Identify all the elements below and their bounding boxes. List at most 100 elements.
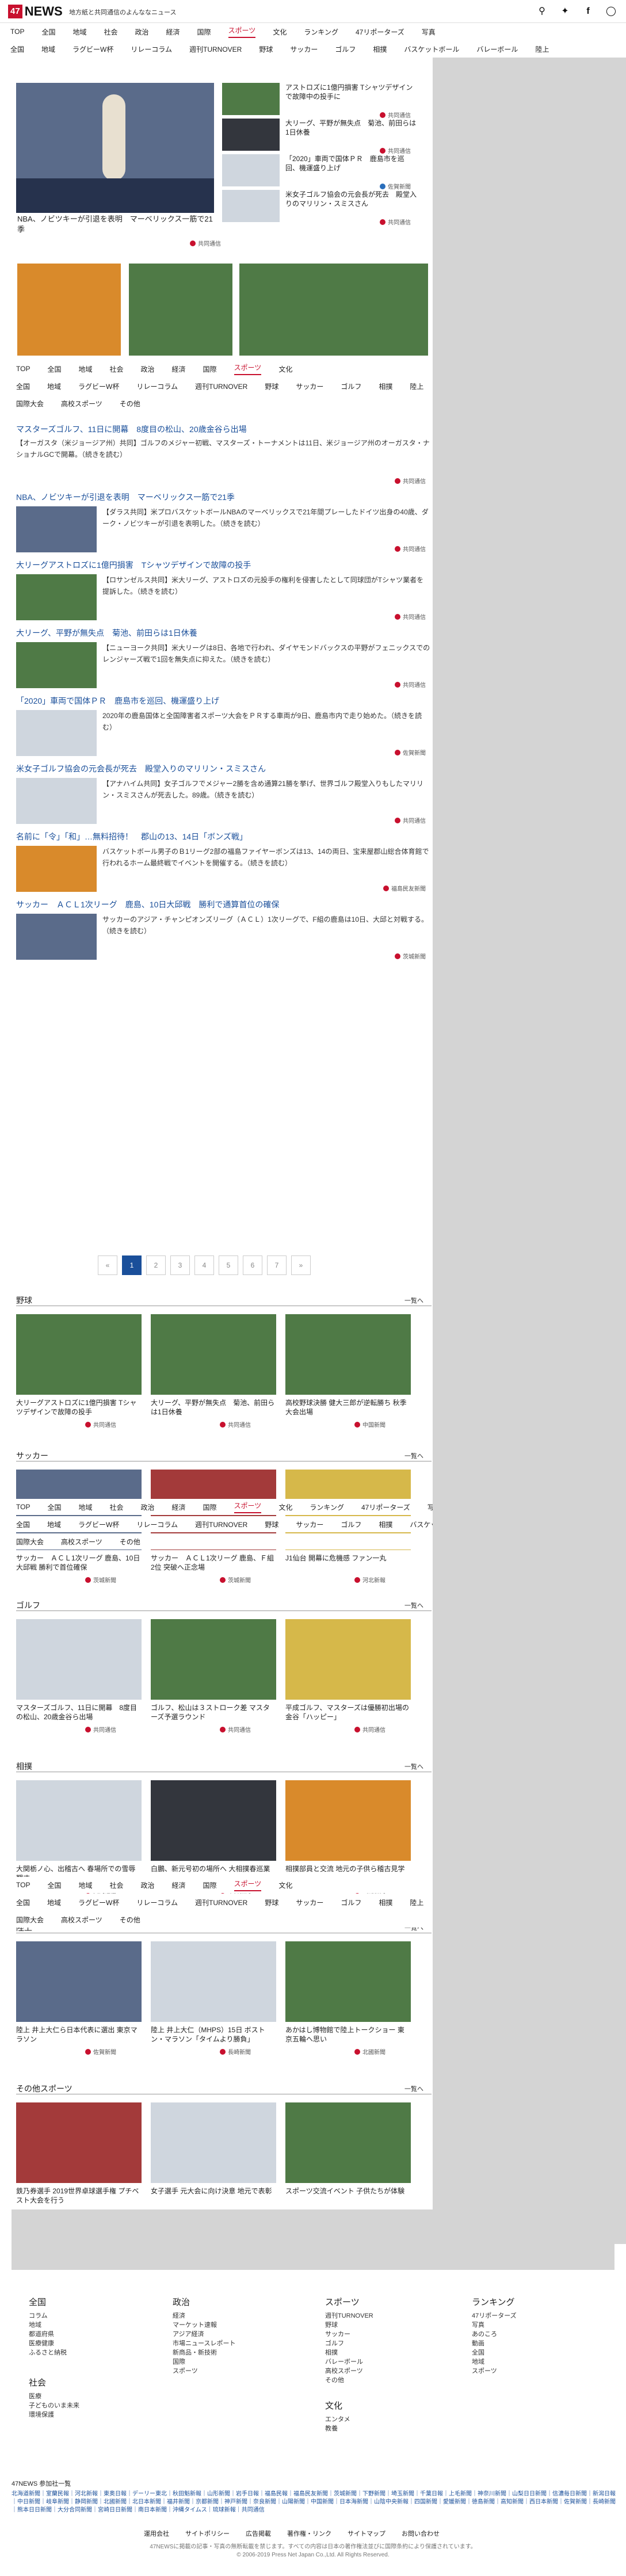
footer-link[interactable]: エンタメ xyxy=(325,2415,452,2424)
nav-item[interactable]: ランキング xyxy=(310,1502,344,1512)
section-caption[interactable]: 平成ゴルフ、マスターズは優勝初出場の金谷「ハッピー」 xyxy=(285,1703,411,1722)
nav-item[interactable]: ラグビーW杯 xyxy=(78,381,119,391)
nav-item[interactable]: 文化 xyxy=(278,1880,292,1890)
nav-item[interactable]: 政治 xyxy=(135,27,149,37)
footer-link[interactable]: 環境保護 xyxy=(29,2410,155,2419)
nav-item[interactable]: 経済 xyxy=(166,27,180,37)
nav-item[interactable]: 社会 xyxy=(104,27,117,37)
footer-link[interactable]: 47リポーターズ xyxy=(472,2311,598,2321)
nav-item[interactable]: その他 xyxy=(120,1537,140,1547)
nav-item[interactable]: 全国 xyxy=(16,1898,30,1907)
nav-item[interactable]: スポーツ xyxy=(234,1501,262,1513)
nav-item[interactable]: リレーコラム xyxy=(136,1520,178,1529)
nav-item[interactable]: TOP xyxy=(16,1503,30,1511)
section-thumb[interactable] xyxy=(151,1619,276,1700)
list-article-thumb[interactable] xyxy=(16,574,97,620)
language-icon[interactable]: ◯ xyxy=(605,6,617,17)
list-article-title[interactable]: 名前に「令」「和」…無料招待！ 郡山の13、14日「ボンズ戦」 xyxy=(16,831,247,842)
list-article-thumb[interactable] xyxy=(16,778,97,824)
section-caption[interactable]: マスターズゴルフ、11日に開幕 8度目の松山、20歳金谷ら出場 xyxy=(16,1703,142,1722)
footer-column-head[interactable]: ランキング xyxy=(472,2296,598,2308)
section-more-link[interactable]: 一覧へ xyxy=(404,1601,423,1610)
section-caption[interactable]: 女子選手 元大会に向け決意 地元で表彰 xyxy=(151,2186,276,2196)
hero-photo[interactable] xyxy=(16,83,214,213)
nav-item[interactable]: 陸上 xyxy=(410,381,423,391)
nav-item[interactable]: ゴルフ xyxy=(341,381,361,391)
nav-item[interactable]: 野球 xyxy=(265,1898,278,1907)
nav-item[interactable]: 政治 xyxy=(141,364,155,374)
nav-item[interactable]: 地域 xyxy=(72,27,86,37)
article-caption[interactable]: 「2020」車両で国体ＰＲ 鹿島市を巡回、機運盛り上げ xyxy=(285,154,418,173)
section-caption[interactable]: サッカー ＡＣＬ1次リーグ 鹿島、Ｆ組2位 突破へ正念場 xyxy=(151,1554,276,1572)
nav-item[interactable]: 経済 xyxy=(172,1880,186,1890)
nav-item[interactable]: 国際 xyxy=(197,27,211,37)
page-button[interactable]: « xyxy=(98,1255,117,1275)
page-button[interactable]: 3 xyxy=(170,1255,190,1275)
nav-item[interactable]: その他 xyxy=(120,1915,140,1925)
nav-item[interactable]: 野球 xyxy=(265,381,278,391)
nav-item[interactable]: ラグビーW杯 xyxy=(72,44,113,54)
nav-item[interactable]: 国際 xyxy=(203,364,217,374)
nav-item[interactable]: 全国 xyxy=(16,1520,30,1529)
section-caption[interactable]: 大リーグアストロズに1億円損害 Tシャツデザインで故障の投手 xyxy=(16,1398,142,1417)
nav-item[interactable]: 全国 xyxy=(41,27,55,37)
footer-link[interactable]: 写真 xyxy=(472,2321,598,2330)
nav-item[interactable]: 相撲 xyxy=(373,44,387,54)
section-thumb[interactable] xyxy=(151,1780,276,1861)
nav-item[interactable]: サッカー xyxy=(296,1898,323,1907)
nav-item[interactable]: サッカー xyxy=(296,1520,323,1529)
footer-bottom-link[interactable]: 広告掲載 xyxy=(246,2529,271,2538)
nav-item[interactable]: 地域 xyxy=(78,1880,92,1890)
nav-item[interactable]: 写真 xyxy=(422,27,436,37)
nav-item[interactable]: バレーボール xyxy=(476,44,518,54)
nav-item[interactable]: リレーコラム xyxy=(136,381,178,391)
section-thumb[interactable] xyxy=(16,1619,142,1700)
nav-item[interactable]: 陸上 xyxy=(535,44,549,54)
nav-item[interactable]: 社会 xyxy=(109,1502,123,1512)
footer-bottom-link[interactable]: お問い合わせ xyxy=(402,2529,440,2538)
section-more-link[interactable]: 一覧へ xyxy=(404,1762,423,1771)
article-thumb[interactable] xyxy=(222,154,280,186)
nav-item[interactable]: サッカー xyxy=(290,44,318,54)
nav-item[interactable]: 相撲 xyxy=(379,1898,392,1907)
section-caption[interactable]: 高校野球決勝 健大三郎が逆転勝ち 秋季大会出場 xyxy=(285,1398,411,1417)
nav-item[interactable]: リレーコラム xyxy=(131,44,172,54)
nav-item[interactable]: ゴルフ xyxy=(341,1898,361,1907)
footer-link[interactable]: 教養 xyxy=(325,2424,452,2433)
footer-link[interactable]: スポーツ xyxy=(173,2367,299,2376)
nav-item[interactable]: 47リポーターズ xyxy=(361,1502,410,1512)
footer-link[interactable]: 医療 xyxy=(29,2392,155,2401)
page-button[interactable]: 5 xyxy=(219,1255,238,1275)
list-article-title[interactable]: 大リーグ、平野が無失点 菊池、前田らは1日休養 xyxy=(16,627,197,639)
nav-item[interactable]: リレーコラム xyxy=(136,1898,178,1907)
nav-item[interactable]: スポーツ xyxy=(234,1879,262,1891)
twitter-icon[interactable]: ✦ xyxy=(559,6,571,17)
list-article-thumb[interactable] xyxy=(16,846,97,892)
nav-item[interactable]: 全国 xyxy=(10,44,24,54)
section-thumb[interactable] xyxy=(285,1941,411,2022)
nav-item[interactable]: 高校スポーツ xyxy=(61,399,102,409)
section-thumb[interactable] xyxy=(285,1619,411,1700)
section-more-link[interactable]: 一覧へ xyxy=(404,1296,423,1305)
nav-item[interactable]: 文化 xyxy=(278,1502,292,1512)
section-thumb[interactable] xyxy=(285,1314,411,1395)
nav-item[interactable]: TOP xyxy=(16,365,30,373)
footer-bottom-link[interactable]: 運用会社 xyxy=(144,2529,169,2538)
section-thumb[interactable] xyxy=(151,1314,276,1395)
section-thumb[interactable] xyxy=(285,1780,411,1861)
page-button[interactable]: 6 xyxy=(243,1255,262,1275)
article-caption[interactable]: 米女子ゴルフ協会の元会長が死去 殿堂入りのマリリン・スミスさん xyxy=(285,190,418,208)
footer-link[interactable]: 医療健康 xyxy=(29,2339,155,2348)
footer-link[interactable]: 国際 xyxy=(173,2357,299,2367)
footer-link[interactable]: 子どものいま未来 xyxy=(29,2401,155,2410)
page-button[interactable]: » xyxy=(291,1255,311,1275)
section-caption[interactable]: 相撲部員と交流 地元の子供ら稽古見学 xyxy=(285,1864,411,1873)
page-button[interactable]: 4 xyxy=(194,1255,214,1275)
footer-link[interactable]: ゴルフ xyxy=(325,2339,452,2348)
list-article-title[interactable]: NBA、ノビツキーが引退を表明 マーベリックス一筋で21季 xyxy=(16,491,235,503)
nav-item[interactable]: 週刊TURNOVER xyxy=(189,44,242,54)
nav-item[interactable]: 全国 xyxy=(47,1502,61,1512)
footer-column-head[interactable]: 政治 xyxy=(173,2296,299,2308)
footer-link[interactable]: スポーツ xyxy=(472,2367,598,2376)
nav-item[interactable]: 週刊TURNOVER xyxy=(195,1898,247,1907)
